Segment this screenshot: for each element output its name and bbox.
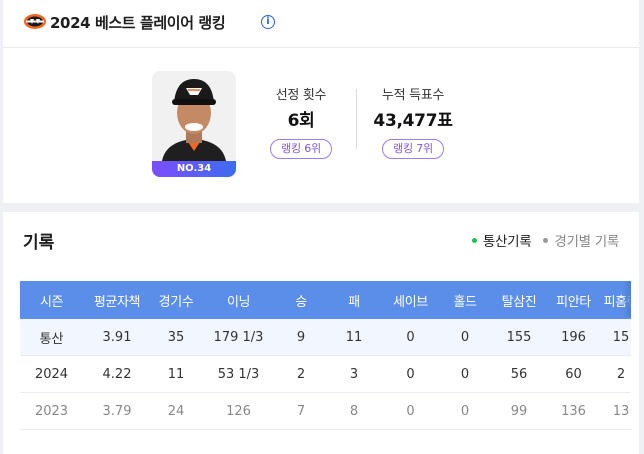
record-title: 기록 <box>23 233 55 253</box>
column-header: 세이브 <box>382 281 439 319</box>
table-cell: 11 <box>326 319 382 356</box>
ranking-header: 2024 베스트 플레이어 랭킹 i <box>3 0 639 48</box>
table-cell: 35 <box>151 319 201 356</box>
scroll-shade <box>623 281 631 317</box>
tab-career-record-label: 통산기록 <box>482 234 532 250</box>
table-cell: 56 <box>491 355 547 393</box>
table-cell: 0 <box>439 355 491 393</box>
table-cell: 2 <box>600 355 631 393</box>
selection-count-value: 6회 <box>287 111 315 131</box>
column-header: 피안타 <box>547 281 600 319</box>
vote-count-value: 43,477표 <box>373 111 453 131</box>
player-number-badge: NO.34 <box>152 161 236 177</box>
table-cell: 179 1/3 <box>201 319 276 356</box>
table-cell: 0 <box>382 392 439 430</box>
column-header: 홀드 <box>439 281 491 319</box>
tab-career-record[interactable]: 통산기록 <box>471 230 532 250</box>
table-cell: 53 1/3 <box>201 355 276 393</box>
stat-divider <box>356 89 357 149</box>
vote-rank-badge: 랭킹 7위 <box>382 139 444 159</box>
table-cell: 13 <box>600 392 631 430</box>
table-cell: 99 <box>491 392 547 430</box>
tab-game-record[interactable]: 경기별 기록 <box>543 230 619 250</box>
best-player-ranking-card: 2024 베스트 플레이어 랭킹 i NO.34 선정 횟수 6회 랭킹 6위 … <box>3 0 639 203</box>
table-cell: 155 <box>491 319 547 356</box>
vote-count-stat: 누적 득표수 43,477표 랭킹 7위 <box>358 87 468 159</box>
vote-count-label: 누적 득표수 <box>381 88 445 103</box>
record-table-scroll[interactable]: 시즌 평균자책 경기수 이닝 승 패 세이브 홀드 탈삼진 피안타 피홈런 통산… <box>20 281 631 454</box>
table-cell: 60 <box>547 355 600 393</box>
player-portrait-image <box>152 71 236 161</box>
column-header: 이닝 <box>201 281 276 319</box>
record-tabs: 통산기록 경기별 기록 <box>464 230 619 250</box>
table-cell: 3.79 <box>83 392 151 430</box>
table-row: 2024 4.22 11 53 1/3 2 3 0 0 56 60 2 <box>20 355 631 393</box>
table-cell: 0 <box>439 392 491 430</box>
player-photo: NO.34 <box>152 71 236 177</box>
table-cell: 0 <box>382 319 439 356</box>
table-cell: 통산 <box>20 319 83 356</box>
table-cell: 4.22 <box>83 355 151 393</box>
record-table: 시즌 평균자책 경기수 이닝 승 패 세이브 홀드 탈삼진 피안타 피홈런 통산… <box>20 281 631 430</box>
selection-count-stat: 선정 횟수 6회 랭킹 6위 <box>246 87 356 159</box>
table-cell: 3 <box>326 355 382 393</box>
table-cell: 24 <box>151 392 201 430</box>
table-row: 2023 3.79 24 126 7 8 0 0 99 136 13 <box>20 392 631 430</box>
selection-rank-badge: 랭킹 6위 <box>270 139 332 159</box>
column-header: 시즌 <box>20 281 83 319</box>
table-header-row: 시즌 평균자책 경기수 이닝 승 패 세이브 홀드 탈삼진 피안타 피홈런 <box>20 281 631 319</box>
table-cell: 2 <box>276 355 326 393</box>
table-cell: 126 <box>201 392 276 430</box>
table-cell: 0 <box>439 319 491 356</box>
team-logo-icon <box>24 14 46 29</box>
inactive-dot-icon <box>543 237 549 243</box>
table-cell: 196 <box>547 319 600 356</box>
column-header: 평균자책 <box>83 281 151 319</box>
active-dot-icon <box>471 237 477 243</box>
tab-game-record-label: 경기별 기록 <box>554 234 619 250</box>
column-header: 패 <box>326 281 382 319</box>
table-cell: 2024 <box>20 355 83 393</box>
table-cell: 3.91 <box>83 319 151 356</box>
table-cell: 136 <box>547 392 600 430</box>
column-header: 승 <box>276 281 326 319</box>
table-cell: 9 <box>276 319 326 356</box>
table-cell: 0 <box>382 355 439 393</box>
column-header: 경기수 <box>151 281 201 319</box>
ranking-title: 2024 베스트 플레이어 랭킹 <box>50 14 226 32</box>
record-card: 기록 통산기록 경기별 기록 시즌 평균자책 경기수 이닝 승 패 세이브 홀드 <box>3 212 639 454</box>
selection-count-label: 선정 횟수 <box>275 88 327 103</box>
info-icon[interactable]: i <box>261 15 275 29</box>
table-row: 통산 3.91 35 179 1/3 9 11 0 0 155 196 15 <box>20 319 631 356</box>
column-header: 탈삼진 <box>491 281 547 319</box>
table-cell: 8 <box>326 392 382 430</box>
table-cell: 7 <box>276 392 326 430</box>
table-cell: 11 <box>151 355 201 393</box>
table-cell: 15 <box>600 319 631 356</box>
table-cell: 2023 <box>20 392 83 430</box>
